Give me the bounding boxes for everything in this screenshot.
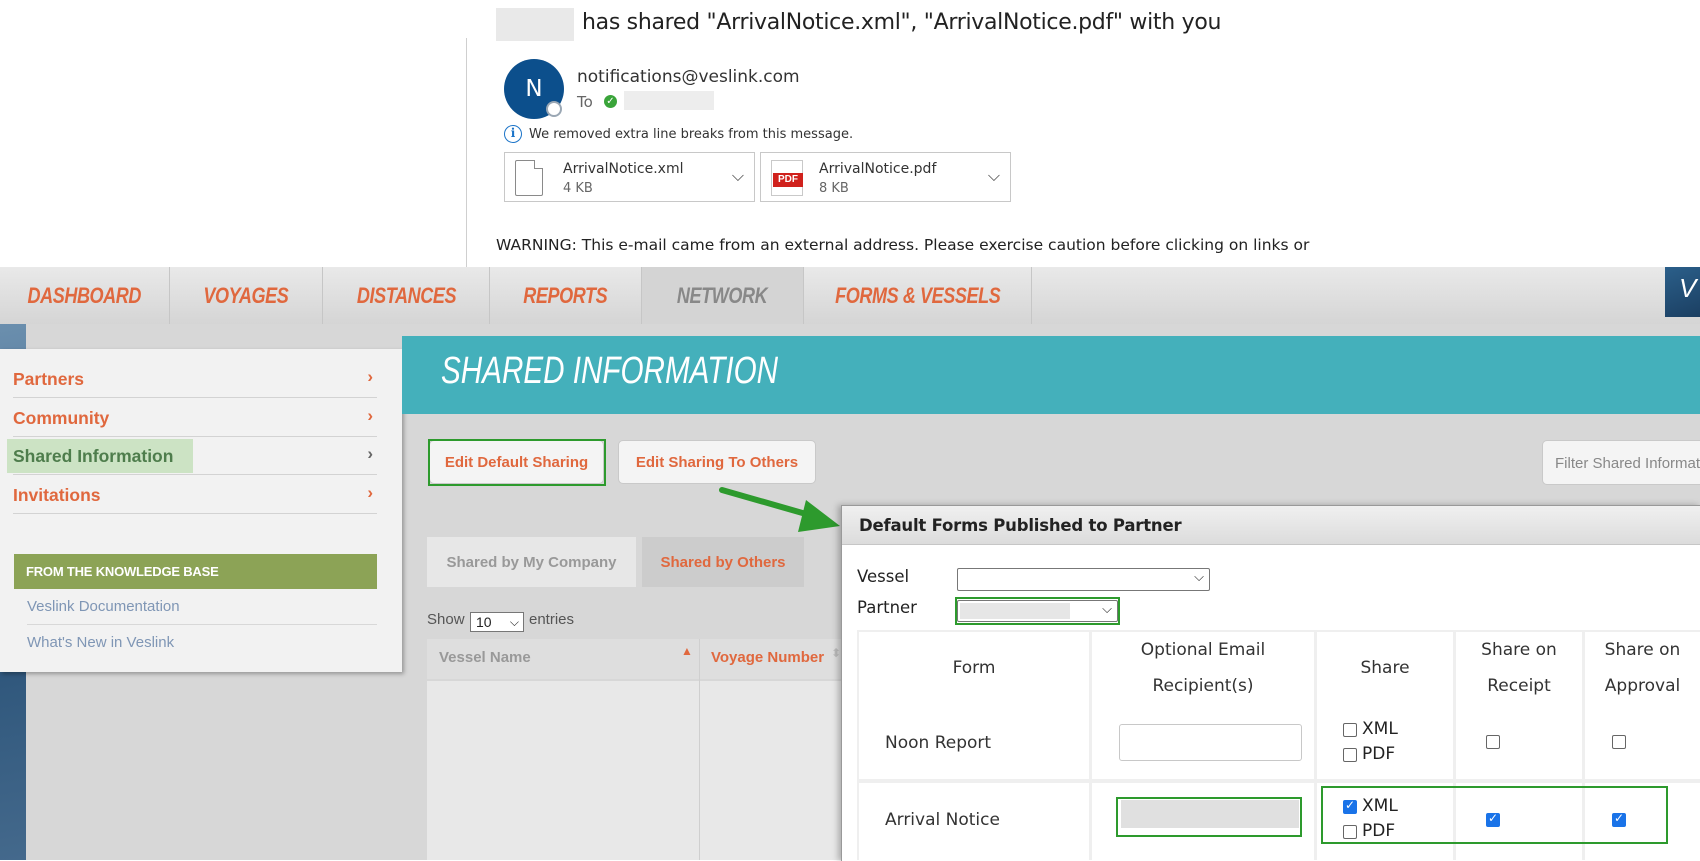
partner-label: Partner bbox=[857, 598, 917, 617]
table-cell bbox=[1456, 706, 1582, 779]
info-icon: i bbox=[504, 125, 522, 143]
file-icon bbox=[515, 160, 543, 196]
highlight-box bbox=[428, 439, 606, 486]
sort-asc-icon[interactable]: ▲ bbox=[681, 644, 693, 658]
noon-report-pdf-checkbox[interactable] bbox=[1343, 748, 1357, 762]
presence-status-icon bbox=[546, 101, 562, 117]
attachment-size: 8 KB bbox=[819, 181, 849, 196]
filter-input[interactable]: Filter Shared Informati bbox=[1542, 440, 1700, 485]
edit-sharing-to-others-button[interactable]: Edit Sharing To Others bbox=[618, 440, 816, 484]
nav-voyages[interactable]: VOYAGES bbox=[170, 267, 323, 324]
header-email-line1: Optional Email bbox=[1092, 632, 1314, 669]
nav-dashboard[interactable]: DASHBOARD bbox=[0, 267, 170, 324]
header-approval-line2: Approval bbox=[1585, 668, 1700, 705]
sidebar-item-partners[interactable]: Partners › bbox=[13, 361, 377, 398]
attachment-name: ArrivalNotice.pdf bbox=[819, 161, 937, 177]
attachment-size: 4 KB bbox=[563, 181, 593, 196]
attachment-pdf[interactable]: PDF ArrivalNotice.pdf 8 KB ⌵ bbox=[760, 152, 1011, 202]
noon-report-receipt-checkbox[interactable] bbox=[1486, 735, 1500, 749]
chevron-right-icon: › bbox=[367, 483, 373, 502]
nav-distances[interactable]: DISTANCES bbox=[323, 267, 490, 324]
header-receipt-line1: Share on bbox=[1456, 632, 1582, 669]
entries-select[interactable]: 10 ⌵ bbox=[470, 612, 524, 632]
tab-shared-by-others[interactable]: Shared by Others bbox=[642, 537, 804, 587]
entries-label: entries bbox=[529, 611, 575, 628]
chevron-right-icon: › bbox=[367, 406, 373, 425]
noon-report-email-input[interactable] bbox=[1119, 724, 1302, 761]
email-subject: has shared "ArrivalNotice.xml", "Arrival… bbox=[582, 10, 1222, 35]
nav-network[interactable]: NETWORK bbox=[642, 267, 804, 324]
tab-shared-by-my-company[interactable]: Shared by My Company bbox=[427, 537, 636, 587]
entries-value: 10 bbox=[476, 614, 492, 630]
kb-link-whats-new[interactable]: What's New in Veslink bbox=[27, 625, 377, 661]
info-message: We removed extra line breaks from this m… bbox=[529, 127, 854, 142]
external-warning: WARNING: This e-mail came from an extern… bbox=[496, 236, 1310, 254]
nav-forms-vessels[interactable]: FORMS & VESSELS bbox=[804, 267, 1032, 324]
attachment-name: ArrivalNotice.xml bbox=[563, 161, 684, 177]
sidebar-item-community[interactable]: Community › bbox=[13, 400, 377, 437]
avatar-initial: N bbox=[525, 76, 543, 102]
main-nav: DASHBOARD VOYAGES DISTANCES REPORTS NETW… bbox=[0, 267, 1700, 325]
table-cell bbox=[1317, 706, 1453, 779]
chevron-down-icon: ⌵ bbox=[509, 615, 519, 629]
pdf-icon: PDF bbox=[771, 160, 803, 196]
chevron-down-icon[interactable]: ⌵ bbox=[732, 166, 744, 186]
divider bbox=[466, 38, 467, 267]
page-title: SHARED INFORMATION bbox=[441, 350, 779, 392]
kb-link-documentation[interactable]: Veslink Documentation bbox=[27, 589, 377, 625]
veslink-logo: V bbox=[1665, 267, 1700, 317]
header-share: Share bbox=[1317, 650, 1453, 687]
arrow-annotation bbox=[719, 487, 840, 532]
highlight-box bbox=[955, 597, 1120, 625]
chevron-right-icon: › bbox=[367, 367, 373, 386]
row-arrival-notice-label: Arrival Notice bbox=[885, 810, 1000, 830]
attachment-xml[interactable]: ArrivalNotice.xml 4 KB ⌵ bbox=[504, 152, 755, 202]
header-receipt-line2: Receipt bbox=[1456, 668, 1582, 705]
sender-name-redacted bbox=[496, 8, 574, 41]
chevron-down-icon: ⌵ bbox=[1194, 570, 1204, 585]
sidebar-item-shared-information[interactable]: Shared Information › bbox=[7, 438, 377, 475]
show-label: Show bbox=[427, 611, 465, 628]
vessel-label: Vessel bbox=[857, 567, 910, 586]
highlight-box bbox=[1116, 797, 1302, 837]
pdf-label: PDF bbox=[1362, 744, 1396, 764]
sender-email[interactable]: notifications@veslink.com bbox=[577, 67, 800, 87]
vessel-select[interactable]: ⌵ bbox=[957, 568, 1210, 591]
logo-letter: V bbox=[1679, 273, 1697, 303]
row-noon-report-label: Noon Report bbox=[885, 733, 992, 753]
nav-reports[interactable]: REPORTS bbox=[490, 267, 642, 324]
noon-report-xml-checkbox[interactable] bbox=[1343, 723, 1357, 737]
chevron-down-icon[interactable]: ⌵ bbox=[988, 166, 1000, 186]
column-divider bbox=[699, 639, 700, 860]
verified-check-icon: ✓ bbox=[604, 95, 617, 108]
xml-label: XML bbox=[1362, 719, 1398, 739]
recipient-redacted bbox=[624, 91, 714, 110]
noon-report-approval-checkbox[interactable] bbox=[1612, 735, 1626, 749]
chevron-right-icon: › bbox=[367, 444, 373, 463]
sidebar-item-label: Community bbox=[13, 408, 110, 428]
column-voyage-number[interactable]: Voyage Number bbox=[711, 649, 824, 666]
column-vessel-name[interactable]: Vessel Name bbox=[439, 649, 531, 666]
knowledge-base-header: FROM THE KNOWLEDGE BASE bbox=[14, 554, 377, 589]
table-cell bbox=[1585, 706, 1700, 779]
pdf-badge: PDF bbox=[773, 173, 803, 187]
to-label: To bbox=[577, 93, 593, 111]
header-form: Form bbox=[859, 650, 1089, 687]
sidebar-item-label: Shared Information bbox=[13, 446, 174, 466]
table-body bbox=[427, 681, 841, 860]
header-email-line2: Recipient(s) bbox=[1092, 668, 1314, 705]
sort-icon[interactable]: ⬍ bbox=[831, 646, 841, 660]
sidebar-item-label: Invitations bbox=[13, 485, 101, 505]
sidebar-item-label: Partners bbox=[13, 369, 85, 389]
header-approval-line1: Share on bbox=[1585, 632, 1700, 669]
modal-title: Default Forms Published to Partner bbox=[859, 516, 1182, 535]
highlight-box bbox=[1321, 786, 1668, 844]
sidebar-item-invitations[interactable]: Invitations › bbox=[13, 477, 377, 514]
